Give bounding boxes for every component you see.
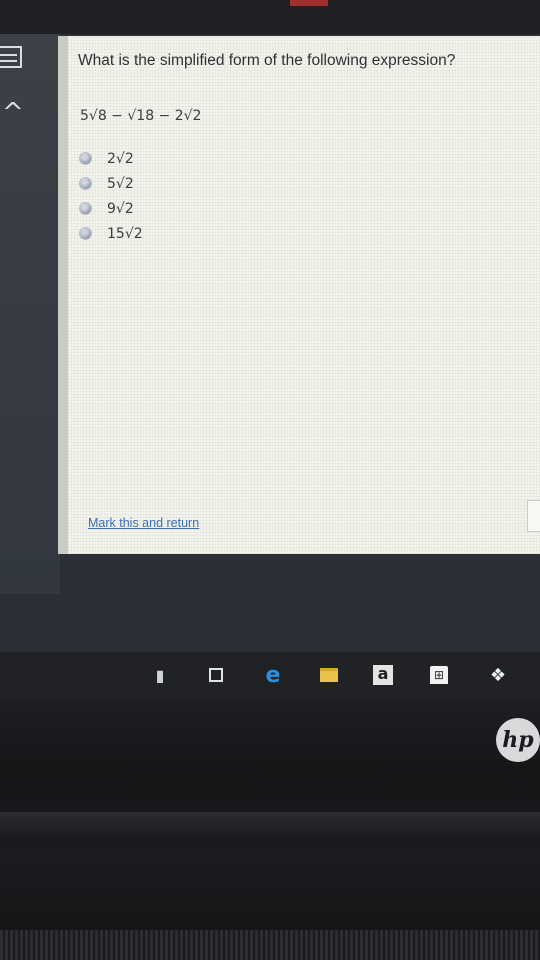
dropbox-icon[interactable]: ❖ [486, 664, 510, 686]
brand-logo: hp [496, 718, 540, 762]
option-label: 9√2 [107, 200, 134, 217]
amazon-icon[interactable]: a [372, 664, 394, 686]
answer-option[interactable]: 15√2 [80, 221, 143, 246]
answer-option[interactable]: 9√2 [80, 196, 143, 221]
radio-button[interactable] [80, 178, 91, 189]
store-icon[interactable]: ⊞ [428, 664, 450, 686]
top-indicator [290, 0, 328, 6]
question-text: What is the simplified form of the follo… [78, 52, 456, 69]
option-label: 2√2 [107, 150, 134, 167]
option-label: 15√2 [107, 225, 143, 242]
expression: 5√8 − √18 − 2√2 [80, 108, 202, 124]
screen: ^ What is the simplified form of the fol… [0, 0, 540, 700]
file-explorer-icon[interactable] [318, 664, 340, 686]
task-view-icon[interactable] [204, 664, 228, 686]
edge-icon[interactable]: e [262, 663, 284, 688]
amazon-glyph: a [373, 665, 393, 685]
answer-option[interactable]: 2√2 [80, 146, 143, 171]
mark-and-return-link[interactable]: Mark this and return [88, 516, 199, 530]
microphone-icon[interactable]: ▮ [154, 664, 166, 686]
keyboard-edge [0, 930, 540, 960]
answer-option[interactable]: 5√2 [80, 171, 143, 196]
quiz-panel: What is the simplified form of the follo… [58, 36, 540, 554]
collapse-caret-icon[interactable]: ^ [2, 100, 24, 126]
radio-button[interactable] [80, 203, 91, 214]
answer-options: 2√2 5√2 9√2 15√2 [80, 146, 143, 246]
laptop-hinge [0, 812, 540, 838]
calculator-icon[interactable] [0, 46, 22, 68]
radio-button[interactable] [80, 228, 91, 239]
top-bar [0, 0, 540, 34]
radio-button[interactable] [80, 153, 91, 164]
next-button[interactable] [527, 500, 540, 532]
option-label: 5√2 [107, 175, 134, 192]
